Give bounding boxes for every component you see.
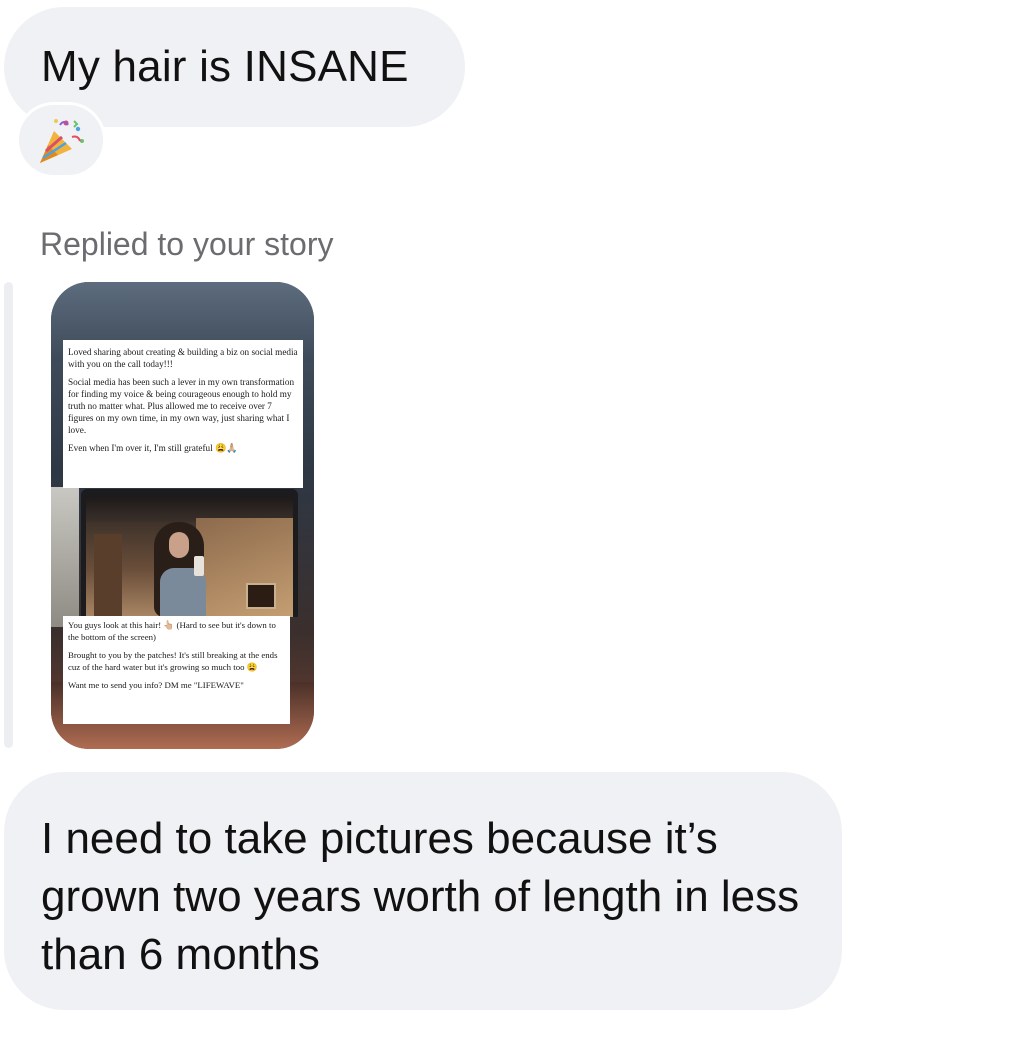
person-face	[169, 532, 189, 558]
person-phone	[194, 556, 204, 576]
story-preview[interactable]: Loved sharing about creating & building …	[51, 282, 314, 749]
party-popper-icon	[40, 119, 84, 163]
story-caption-bottom: You guys look at this hair! 👆🏼 (Hard to …	[63, 616, 290, 724]
reply-indicator-bar	[4, 282, 13, 748]
screen-door	[94, 534, 122, 617]
screen-fireplace	[246, 583, 276, 609]
replied-to-story-label: Replied to your story	[40, 226, 334, 262]
message-text: My hair is INSANE	[41, 42, 409, 91]
story-caption-line: Even when I'm over it, I'm still gratefu…	[68, 443, 238, 453]
laptop-screen	[86, 498, 293, 617]
story-caption-line: Want me to send you info? DM me "LIFEWAV…	[68, 680, 244, 690]
story-background-strip	[51, 487, 79, 627]
story-caption-line: Brought to you by the patches! It's stil…	[68, 650, 278, 672]
message-text: I need to take pictures because it’s gro…	[41, 814, 800, 979]
story-caption-top: Loved sharing about creating & building …	[63, 340, 303, 488]
screen-wall	[196, 518, 293, 617]
message-reaction[interactable]	[16, 102, 106, 178]
story-caption-line: Social media has been such a lever in my…	[68, 377, 295, 435]
story-laptop-photo	[81, 489, 298, 617]
message-bubble-last[interactable]: I need to take pictures because it’s gro…	[4, 772, 842, 1010]
story-caption-line: Loved sharing about creating & building …	[68, 347, 298, 369]
story-caption-line: You guys look at this hair! 👆🏼 (Hard to …	[68, 620, 276, 642]
